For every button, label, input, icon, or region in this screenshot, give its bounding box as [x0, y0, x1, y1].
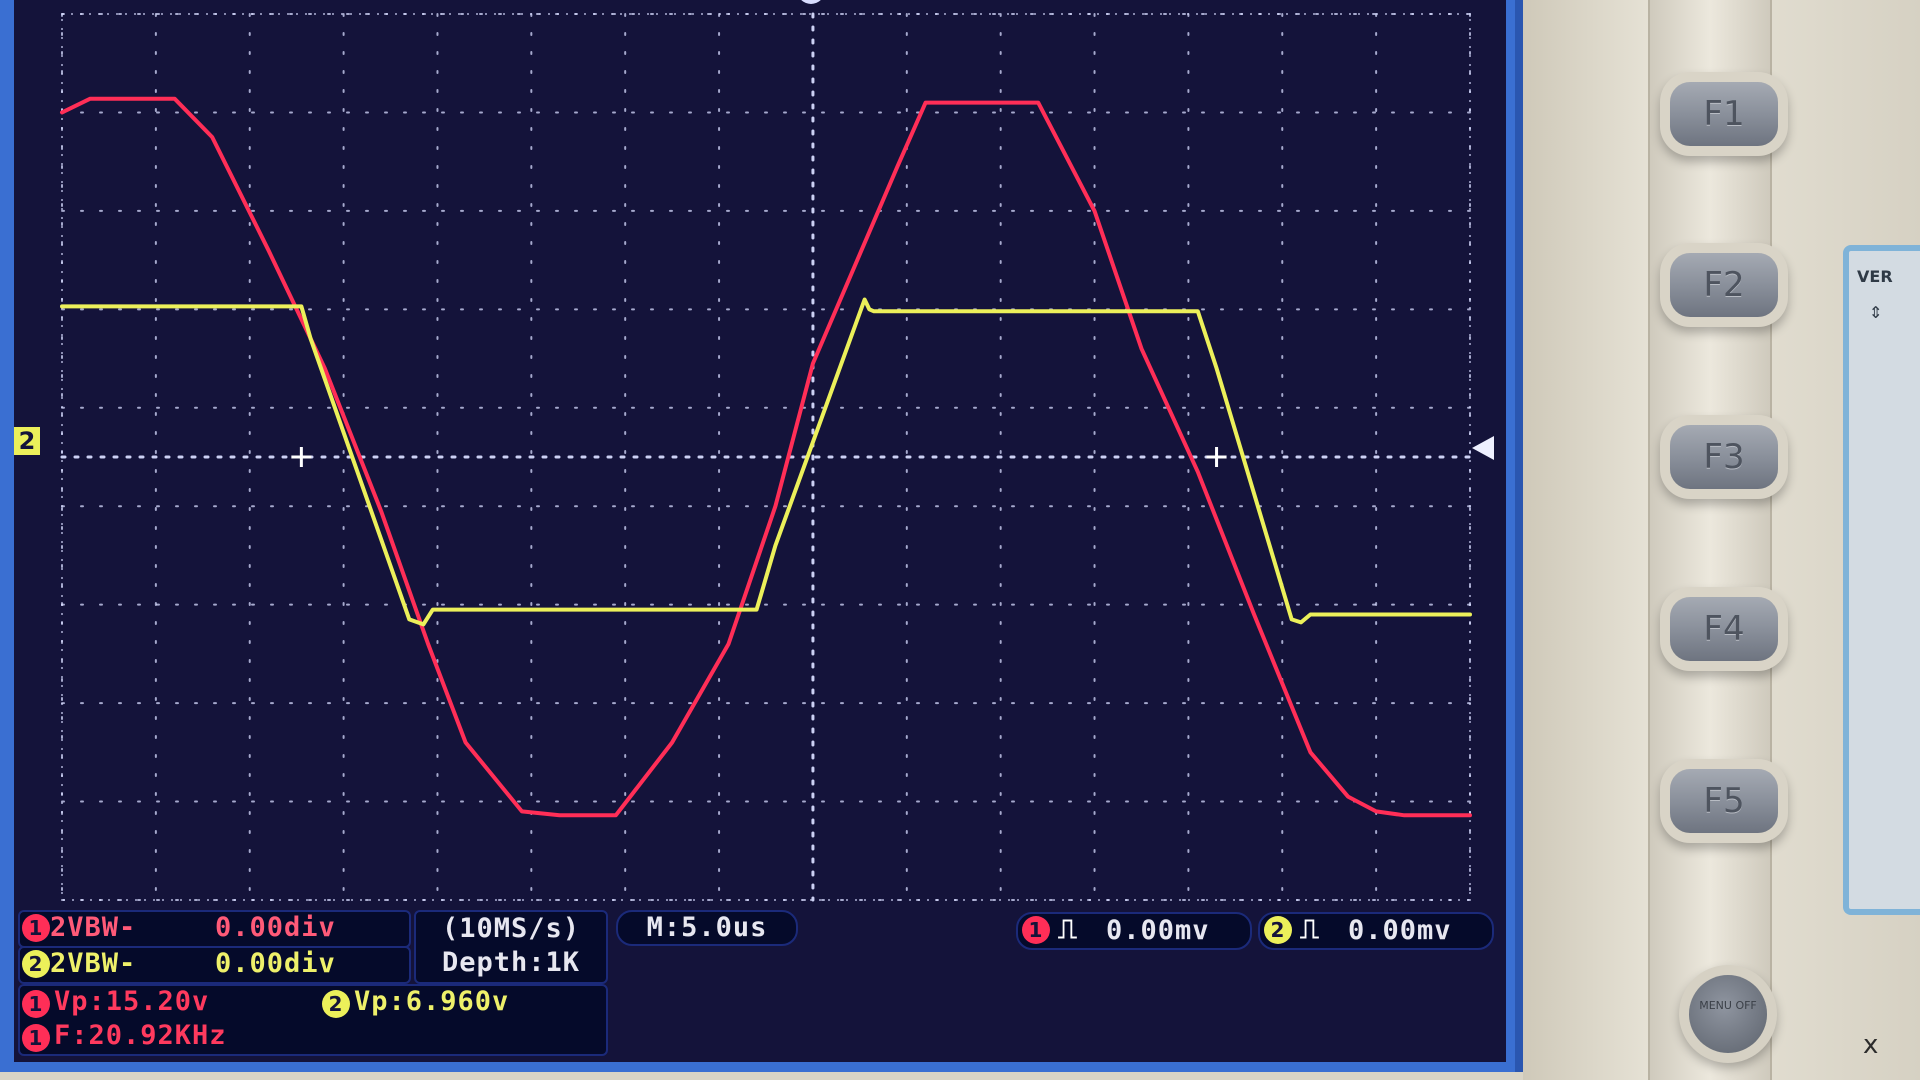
hardware-panel: F1 F2 F3 F4 F5 MENU OFF VER ⇕ x	[1523, 0, 1920, 1080]
up-down-arrow-icon: ⇕	[1869, 299, 1883, 324]
scope-screen: 2 1 2VBW- 0.00div 2 2VBW- 0.00div (10MS/…	[14, 0, 1506, 1062]
vertical-label: VER	[1857, 267, 1893, 286]
ch2-status-panel: 2 2VBW- 0.00div	[18, 946, 411, 984]
vertical-control-panel: VER ⇕	[1843, 245, 1920, 915]
ch2-ground-label: 2	[18, 427, 36, 455]
ch2-position: 0.00div	[215, 948, 336, 979]
trigger2-level: 0.00mv	[1348, 915, 1452, 946]
trigger2-badge: 2	[1264, 916, 1292, 944]
timebase-value: M:5.0us	[646, 912, 768, 943]
f3-button[interactable]: F3	[1670, 425, 1778, 489]
measurement-panel: 1 Vp:15.20v 2 Vp:6.960v 1 F:20.92KHz	[18, 984, 608, 1056]
trigger1-level: 0.00mv	[1106, 915, 1210, 946]
ch2-ground-marker: 2	[14, 427, 40, 455]
ch1-bandwidth: 2VBW-	[50, 912, 137, 943]
measure3-badge: 1	[22, 1024, 50, 1052]
menu-off-button[interactable]: MENU OFF	[1689, 975, 1767, 1053]
ch1-position: 0.00div	[215, 912, 336, 943]
graticule	[60, 12, 1472, 902]
x-label: x	[1863, 1030, 1879, 1060]
ch1-peak-voltage: Vp:15.20v	[54, 986, 210, 1017]
trigger-level-marker	[1472, 436, 1494, 460]
cursor-cross-icon	[291, 447, 312, 467]
f5-button[interactable]: F5	[1670, 769, 1778, 833]
ch2-peak-voltage: Vp:6.960v	[354, 986, 510, 1017]
ch2-bandwidth: 2VBW-	[50, 948, 137, 979]
timebase-panel: M:5.0us	[616, 910, 798, 946]
ch2-badge: 2	[22, 950, 50, 978]
memory-depth: Depth:1K	[441, 947, 581, 978]
f4-button[interactable]: F4	[1670, 597, 1778, 661]
f1-button[interactable]: F1	[1670, 82, 1778, 146]
ch1-status-panel: 1 2VBW- 0.00div	[18, 910, 411, 948]
waveform-display	[60, 12, 1472, 902]
markers	[291, 447, 1227, 467]
rising-edge-icon: ⎍	[1058, 914, 1078, 945]
rising-edge-icon: ⎍	[1300, 914, 1320, 945]
f2-button[interactable]: F2	[1670, 253, 1778, 317]
measure1-badge: 1	[22, 990, 50, 1018]
trigger1-panel: 1 ⎍ 0.00mv	[1016, 912, 1252, 950]
measure2-badge: 2	[322, 990, 350, 1018]
ch2-trace	[60, 297, 1472, 627]
trigger2-panel: 2 ⎍ 0.00mv	[1258, 912, 1494, 950]
softkey-strip	[1648, 0, 1772, 1080]
trigger1-badge: 1	[1022, 916, 1050, 944]
cursor-cross-icon	[1206, 447, 1227, 467]
sample-rate: (10MS/s)	[441, 913, 581, 944]
screen-frame: 2 1 2VBW- 0.00div 2 2VBW- 0.00div (10MS/…	[0, 0, 1523, 1072]
ch1-badge: 1	[22, 914, 50, 942]
acquisition-panel: (10MS/s) Depth:1K	[414, 910, 608, 984]
ch1-frequency: F:20.92KHz	[54, 1020, 227, 1051]
